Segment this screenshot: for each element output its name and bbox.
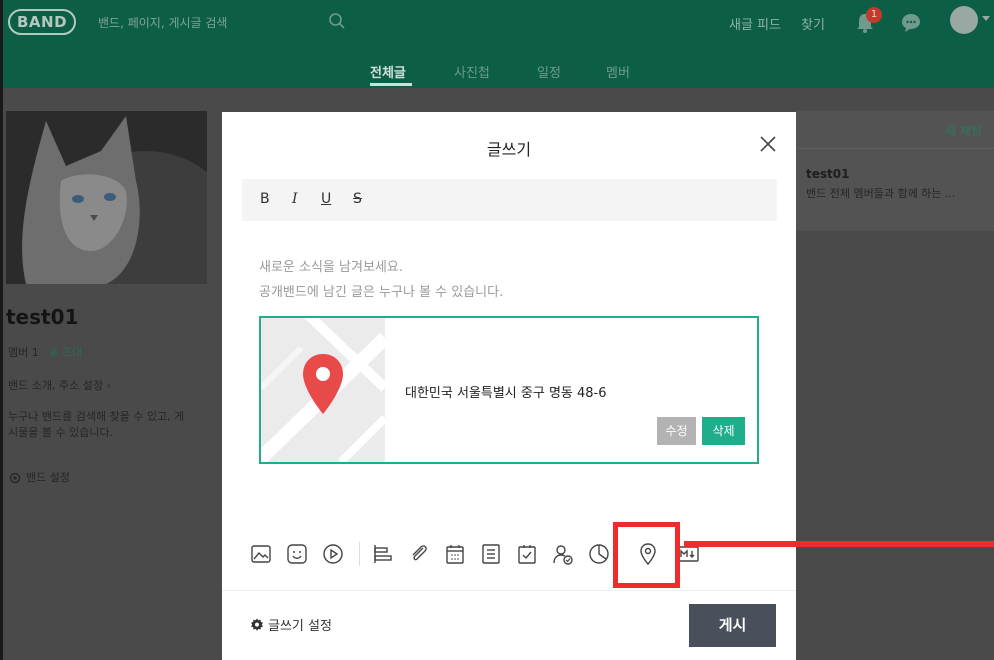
band-settings-link[interactable]: 밴드 설정: [26, 470, 70, 486]
modal-title: 글쓰기: [486, 140, 532, 159]
gear-icon: [251, 618, 263, 631]
notification-badge: 1: [866, 7, 882, 23]
sticker-icon[interactable]: [285, 542, 309, 566]
tab-photos[interactable]: 사진첩: [454, 62, 490, 81]
underline-button[interactable]: U: [321, 191, 331, 207]
intro-text-2: 시물을 볼 수 있습니다.: [8, 426, 114, 439]
intro-text-1: 누구나 밴드를 검색해 찾을 수 있고, 게: [8, 410, 185, 423]
search-icon[interactable]: [328, 12, 346, 30]
write-post-modal: 글쓰기 B I U S 새로운 소식을 남겨보세요. 공개밴드에 남긴 글은 누…: [222, 112, 796, 660]
tab-all-posts[interactable]: 전체글: [370, 62, 406, 81]
new-chat-button[interactable]: 새 채팅: [945, 122, 982, 139]
divider: [796, 148, 994, 149]
image-icon[interactable]: [249, 542, 273, 566]
page-border: [0, 0, 3, 660]
chat-item-name[interactable]: test01: [806, 167, 849, 181]
member-count[interactable]: 멤버 1: [8, 346, 39, 359]
italic-button[interactable]: I: [292, 191, 298, 207]
band-cover-image: [6, 111, 207, 284]
location-card: 대한민국 서울특별시 중구 명동 48-6 수정 삭제: [259, 316, 759, 464]
video-icon[interactable]: [321, 542, 345, 566]
find-link[interactable]: 찾기: [801, 14, 825, 33]
todo-icon[interactable]: [479, 542, 503, 566]
highlight-pointer-line: [684, 541, 994, 547]
profile-avatar[interactable]: [950, 6, 978, 34]
delete-location-button[interactable]: 삭제: [702, 417, 745, 445]
checkbox-icon[interactable]: [515, 542, 539, 566]
edit-location-button[interactable]: 수정: [657, 417, 696, 445]
post-editor-hint: 공개밴드에 남긴 글은 누구나 볼 수 있습니다.: [259, 285, 504, 300]
bold-button[interactable]: B: [260, 191, 270, 207]
pie-icon[interactable]: [587, 542, 611, 566]
post-settings-button[interactable]: 글쓰기 설정: [250, 615, 332, 634]
post-editor-placeholder[interactable]: 새로운 소식을 남겨보세요.: [259, 256, 403, 275]
list-icon[interactable]: [371, 542, 395, 566]
invite-button[interactable]: · ⊕ 조대: [42, 346, 82, 359]
member-row: 멤버 1 · ⊕ 조대: [8, 345, 82, 361]
chevron-down-icon[interactable]: [982, 16, 990, 21]
format-toolbar: B I U S: [242, 179, 777, 221]
gear-icon[interactable]: [8, 471, 22, 485]
band-logo[interactable]: BAND: [8, 9, 76, 35]
active-tab-indicator: [370, 83, 412, 86]
strikethrough-button[interactable]: S: [353, 191, 362, 207]
map-thumbnail: [261, 318, 385, 462]
post-button[interactable]: 게시: [689, 604, 776, 647]
tab-schedule[interactable]: 일정: [537, 62, 561, 81]
chat-item-desc[interactable]: 밴드 전체 멤버들과 함께 하는 ...: [806, 185, 955, 201]
close-icon[interactable]: [758, 134, 778, 154]
toolbar-separator: [359, 542, 360, 566]
new-feed-link[interactable]: 새글 피드: [729, 14, 781, 33]
calendar-icon[interactable]: [443, 542, 467, 566]
person-icon[interactable]: [551, 542, 575, 566]
top-bar: BAND 밴드, 페이지, 게시글 검색 새글 피드 찾기 1 전체글 사진첩 …: [0, 0, 994, 88]
chat-icon[interactable]: [900, 12, 922, 34]
search-input[interactable]: 밴드, 페이지, 게시글 검색: [98, 14, 227, 31]
attach-icon[interactable]: [407, 542, 431, 566]
divider: [222, 590, 796, 591]
band-name: test01: [6, 305, 79, 329]
tab-members[interactable]: 멤버: [606, 62, 630, 81]
intro-link[interactable]: 밴드 소개, 주소 설정 ›: [8, 378, 111, 394]
location-address: 대한민국 서울특별시 중구 명동 48-6: [405, 386, 607, 401]
highlight-box: [613, 522, 680, 588]
